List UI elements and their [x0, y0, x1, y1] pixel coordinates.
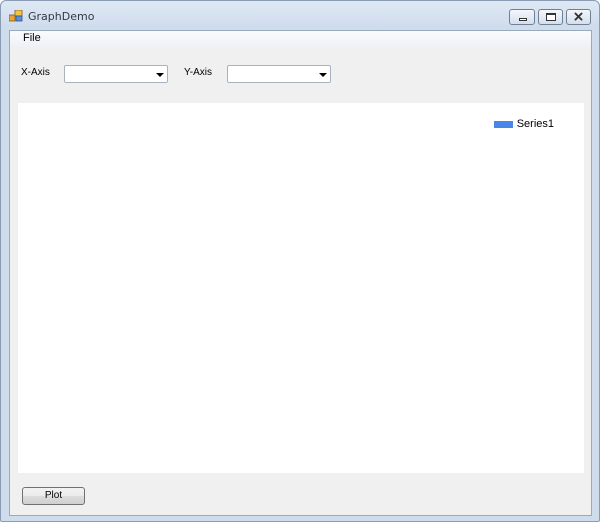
- plot-button[interactable]: Plot: [22, 487, 85, 505]
- y-axis-label: Y-Axis: [184, 67, 212, 78]
- chart-area[interactable]: Series1: [18, 103, 584, 473]
- legend-label-series1: Series1: [516, 118, 554, 130]
- x-axis-label: X-Axis: [21, 67, 50, 78]
- maximize-button[interactable]: [538, 9, 563, 25]
- close-icon: [574, 12, 583, 21]
- chevron-down-icon: [156, 73, 164, 77]
- chevron-down-icon: [319, 73, 327, 77]
- minimize-button[interactable]: [509, 9, 535, 25]
- form-client-area: File X-Axis Y-Axis Series1 Plot: [9, 30, 592, 516]
- minimize-icon: [519, 18, 527, 21]
- app-icon: [9, 10, 23, 22]
- app-window: GraphDemo File X-Axis Y-Axis Series1 Plo…: [0, 0, 600, 522]
- legend-swatch-series1: [493, 120, 513, 128]
- title-bar[interactable]: GraphDemo: [1, 1, 599, 29]
- window-title: GraphDemo: [28, 10, 95, 23]
- chart-legend: Series1: [493, 117, 554, 131]
- menu-file[interactable]: File: [21, 32, 43, 44]
- close-button[interactable]: [566, 9, 591, 25]
- y-axis-dropdown[interactable]: [227, 65, 331, 83]
- maximize-icon: [546, 13, 556, 21]
- x-axis-dropdown[interactable]: [64, 65, 168, 83]
- menu-bar: File: [10, 31, 591, 47]
